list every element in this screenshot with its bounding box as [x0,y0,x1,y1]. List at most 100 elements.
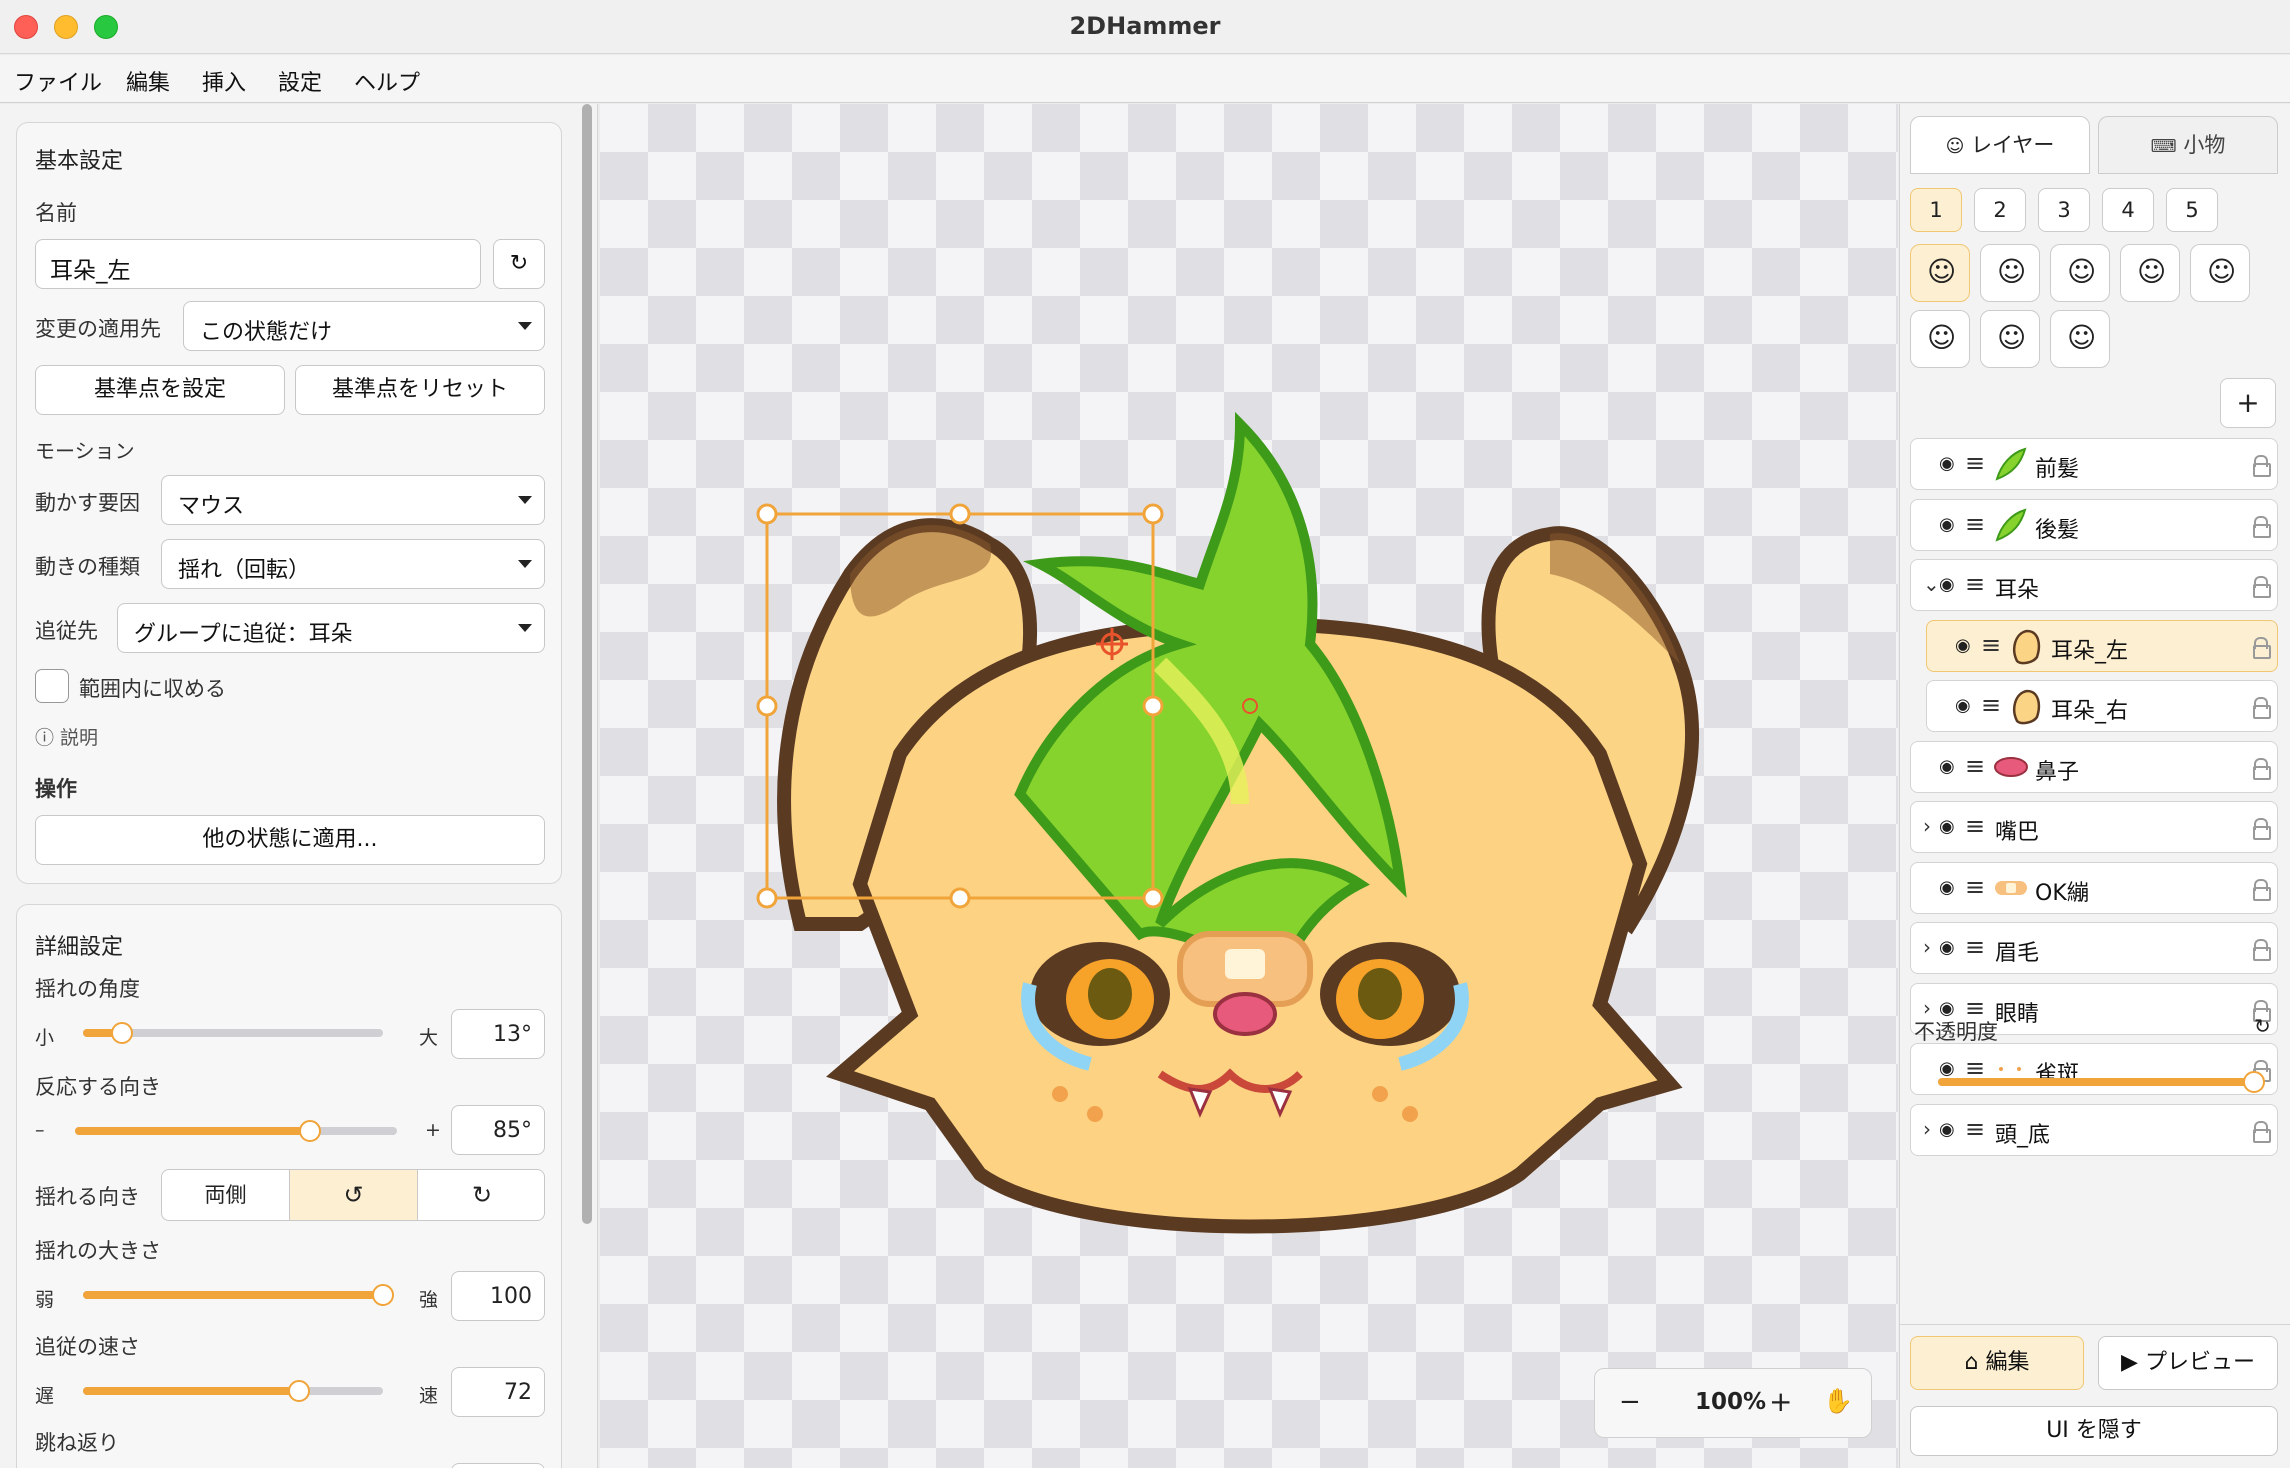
expand-toggle-icon[interactable]: ⌄ [1923,572,1940,596]
hide-ui-button[interactable]: UI を隠す [1910,1406,2278,1456]
lock-icon[interactable] [2253,878,2271,901]
layer-row[interactable]: ◉ ≡ OK繃 [1910,861,2278,914]
layer-row[interactable]: ◉ ≡ 後髪 [1910,498,2278,551]
lock-icon[interactable] [2253,1120,2271,1143]
visibility-eye-icon[interactable]: ◉ [1939,937,1955,958]
expression-preset-7[interactable]: ☺ [1980,310,2040,368]
menu-help[interactable]: ヘルプ [354,65,420,97]
drag-handle-icon[interactable]: ≡ [1965,933,1985,961]
visibility-eye-icon[interactable]: ◉ [1939,1119,1955,1140]
visibility-eye-icon[interactable]: ◉ [1939,816,1955,837]
drag-handle-icon[interactable]: ≡ [1965,570,1985,598]
angle-value-input[interactable]: 13° [451,1009,545,1059]
lock-icon[interactable] [2253,939,2271,961]
reset-anchor-button[interactable]: 基準点をリセット [295,365,545,415]
lock-icon[interactable] [2253,636,2271,659]
preview-mode-button[interactable]: ▶ プレビュー [2098,1336,2278,1390]
expression-preset-3[interactable]: ☺ [2050,244,2110,302]
drag-handle-icon[interactable]: ≡ [1965,752,1985,780]
edit-mode-button[interactable]: ⌂ 編集 [1910,1336,2084,1390]
speed-slider[interactable] [83,1380,383,1402]
slider-handle[interactable] [2243,1071,2265,1093]
tab-props[interactable]: ⌨ 小物 [2098,116,2278,174]
size-slider[interactable] [83,1284,394,1306]
expression-preset-2[interactable]: ☺ [1980,244,2040,302]
menu-insert[interactable]: 挿入 [202,65,246,97]
editor-canvas[interactable] [600,104,1898,1468]
state-button-3[interactable]: 3 [2038,188,2090,232]
layer-row[interactable]: ◉ ≡ 雀斑 [1910,1043,2278,1095]
lock-icon[interactable] [2253,515,2271,538]
expression-preset-5[interactable]: ☺ [2190,244,2250,302]
swing-both-option[interactable]: 両側 [162,1170,290,1220]
drag-handle-icon[interactable]: ≡ [1965,1115,1985,1143]
tab-layers[interactable]: ☺ レイヤー [1910,116,2090,174]
layer-row[interactable]: ◉ ≡ 鼻子 [1910,740,2278,793]
expression-preset-4[interactable]: ☺ [2120,244,2180,302]
apply-to-select[interactable]: この状態だけ [183,301,545,351]
angle-slider[interactable] [83,1022,383,1044]
size-value-input[interactable]: 100 [451,1271,545,1321]
layer-row[interactable]: ⌄ ◉ ≡ 耳朵 [1910,559,2278,611]
direction-slider[interactable] [75,1120,397,1142]
slider-handle[interactable] [299,1120,322,1142]
driver-select[interactable]: マウス [161,475,545,525]
layer-row[interactable]: ◉ ≡ 耳朵_左 [1926,619,2278,672]
add-layer-button[interactable]: + [2220,378,2276,428]
visibility-eye-icon[interactable]: ◉ [1939,877,1955,898]
layer-row[interactable]: › ◉ ≡ 嘴巴 [1910,801,2278,853]
visibility-eye-icon[interactable]: ◉ [1955,635,1971,656]
expand-toggle-icon[interactable]: › [1923,935,1931,959]
swing-cw-option[interactable]: ↻ [418,1170,544,1220]
lock-icon[interactable] [2253,455,2271,477]
reset-opacity-icon[interactable]: ↻ [2254,1014,2271,1038]
visibility-eye-icon[interactable]: ◉ [1939,756,1955,777]
layer-row[interactable]: › ◉ ≡ 頭_底 [1910,1103,2278,1156]
slider-handle[interactable] [372,1284,394,1306]
lock-icon[interactable] [2253,818,2271,840]
visibility-eye-icon[interactable]: ◉ [1939,574,1955,595]
hand-tool-icon[interactable]: ✋ [1823,1387,1853,1415]
visibility-eye-icon[interactable]: ◉ [1939,453,1955,474]
lock-icon[interactable] [2253,757,2271,780]
info-link[interactable]: ⓘ 説明 [35,723,98,750]
visibility-eye-icon[interactable]: ◉ [1939,1058,1955,1079]
state-button-2[interactable]: 2 [1974,188,2026,232]
set-anchor-button[interactable]: 基準点を設定 [35,365,285,415]
left-panel-scrollbar[interactable] [582,104,592,1224]
drag-handle-icon[interactable]: ≡ [1965,812,1985,840]
menu-file[interactable]: ファイル [14,65,102,97]
apply-other-states-button[interactable]: 他の状態に適用... [35,815,545,865]
drag-handle-icon[interactable]: ≡ [1965,449,1985,477]
layer-row[interactable]: ◉ ≡ 耳朵_右 [1926,680,2278,732]
swing-ccw-option[interactable]: ↺ [290,1170,418,1220]
visibility-eye-icon[interactable]: ◉ [1939,514,1955,535]
zoom-out-button[interactable]: − [1619,1387,1641,1417]
expand-toggle-icon[interactable]: › [1923,814,1931,838]
drag-handle-icon[interactable]: ≡ [1981,691,2001,719]
slider-handle[interactable] [111,1022,133,1044]
drag-handle-icon[interactable]: ≡ [1981,631,2001,659]
name-input[interactable]: 耳朵_左 [35,239,481,289]
state-button-1[interactable]: 1 [1910,188,1962,232]
zoom-in-button[interactable]: + [1769,1385,1792,1418]
bounce-value-input[interactable] [451,1463,545,1468]
reset-name-button[interactable]: ↻ [493,239,545,289]
expression-preset-1[interactable]: ☺ [1910,244,1970,302]
clamp-checkbox[interactable] [35,669,69,703]
motion-type-select[interactable]: 揺れ（回転） [161,539,545,589]
opacity-slider[interactable] [1938,1071,2265,1093]
clamp-label[interactable]: 範囲内に収める [79,673,226,703]
slider-handle[interactable] [288,1380,310,1402]
menu-settings[interactable]: 設定 [278,65,322,97]
menu-edit[interactable]: 編集 [126,65,170,97]
layer-row[interactable]: › ◉ ≡ 眉毛 [1910,922,2278,974]
lock-icon[interactable] [2253,697,2271,719]
state-button-5[interactable]: 5 [2166,188,2218,232]
follow-select[interactable]: グループに追従：耳朵 [117,603,545,653]
speed-value-input[interactable]: 72 [451,1367,545,1417]
expression-preset-6[interactable]: ☺ [1910,310,1970,368]
state-button-4[interactable]: 4 [2102,188,2154,232]
direction-value-input[interactable]: 85° [451,1105,545,1155]
expression-preset-8[interactable]: ☺ [2050,310,2110,368]
